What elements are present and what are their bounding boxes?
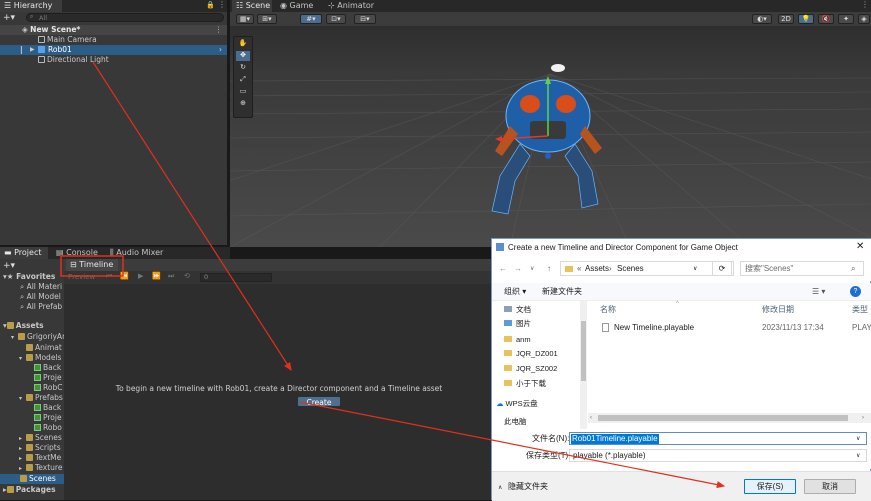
annotation-overlay (60, 61, 726, 489)
timeline-highlight-box (60, 255, 124, 277)
annotation-arrow (299, 401, 726, 489)
annotation-arrow (92, 61, 292, 372)
